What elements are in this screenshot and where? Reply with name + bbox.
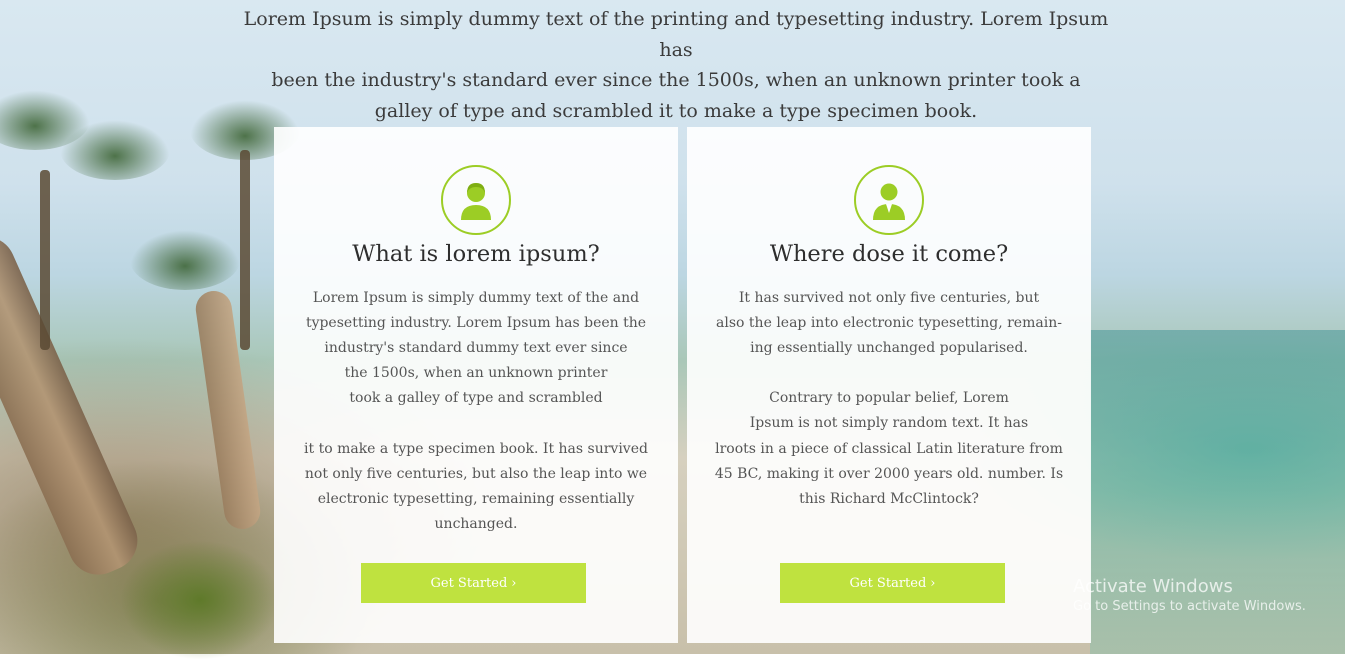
card-title: What is lorem ipsum? xyxy=(352,241,600,267)
driftwood-trunk xyxy=(0,226,147,585)
user-female-icon xyxy=(441,165,511,235)
card-body-line: unchanged. xyxy=(434,515,518,532)
intro-line: Lorem Ipsum is simply dummy text of the … xyxy=(243,8,1109,61)
card-body-line: Lorem Ipsum is simply dummy text of the … xyxy=(312,290,640,306)
driftwood-branch xyxy=(193,288,263,532)
card-body-line: this Richard McClintock? xyxy=(799,490,979,507)
card-title: Where dose it come? xyxy=(769,241,1009,267)
palm-fronds xyxy=(130,230,240,290)
card-body-line: typesetting industry. Lorem Ipsum has be… xyxy=(305,315,647,332)
card-body-line: took a galley of type and scrambled xyxy=(349,390,603,407)
card-body-line: 45 BC, making it over 2000 years old. nu… xyxy=(714,465,1064,482)
card-body-line xyxy=(294,411,658,436)
moss xyxy=(120,540,280,660)
feature-card-where-from: Where dose it come? It has survived not … xyxy=(687,127,1091,643)
card-body-line: lroots in a piece of classical Latin lit… xyxy=(715,440,1063,457)
card-body: Lorem Ipsum is simply dummy text of the … xyxy=(294,286,658,537)
feature-card-what-is: What is lorem ipsum? Lorem Ipsum is simp… xyxy=(274,127,678,643)
card-body-line: the 1500s, when an unknown printer xyxy=(344,365,608,382)
get-started-label: Get Started xyxy=(430,575,508,591)
chevron-right-icon: › xyxy=(511,575,517,591)
palm-trunk xyxy=(240,150,250,350)
card-body-line: not only five centuries, but also the le… xyxy=(304,465,648,482)
intro-paragraph: Lorem Ipsum is simply dummy text of the … xyxy=(230,4,1122,126)
intro-line: galley of type and scrambled it to make … xyxy=(374,99,978,122)
chevron-right-icon: › xyxy=(930,575,936,591)
palm-trunk xyxy=(40,170,50,350)
card-body-line: industry's standard dummy text ever sinc… xyxy=(324,340,628,357)
card-body-line: also the leap into electronic typesettin… xyxy=(716,315,1062,332)
card-body-line: Ipsum is not simply random text. It has xyxy=(749,415,1029,432)
watermark-subtitle: Go to Settings to activate Windows. xyxy=(1073,599,1306,614)
get-started-button[interactable]: Get Started › xyxy=(361,563,586,603)
card-body-line: It has survived not only five centuries,… xyxy=(738,290,1040,306)
card-body-line: electronic typesetting, remaining essent… xyxy=(317,490,635,507)
card-body-line: it to make a type specimen book. It has … xyxy=(304,440,648,457)
card-body-line: ing essentially unchanged popularised. xyxy=(750,340,1028,357)
card-body-line: Contrary to popular belief, Lorem xyxy=(769,390,1009,407)
get-started-button[interactable]: Get Started › xyxy=(780,563,1005,603)
watermark-title: Activate Windows xyxy=(1073,576,1233,597)
intro-line: been the industry's standard ever since … xyxy=(271,69,1081,91)
card-body-line xyxy=(707,361,1071,386)
card-body: It has survived not only five centuries,… xyxy=(707,286,1071,512)
activate-windows-watermark: Activate Windows Go to Settings to activ… xyxy=(1073,576,1306,614)
get-started-label: Get Started xyxy=(849,575,927,591)
user-male-icon xyxy=(854,165,924,235)
